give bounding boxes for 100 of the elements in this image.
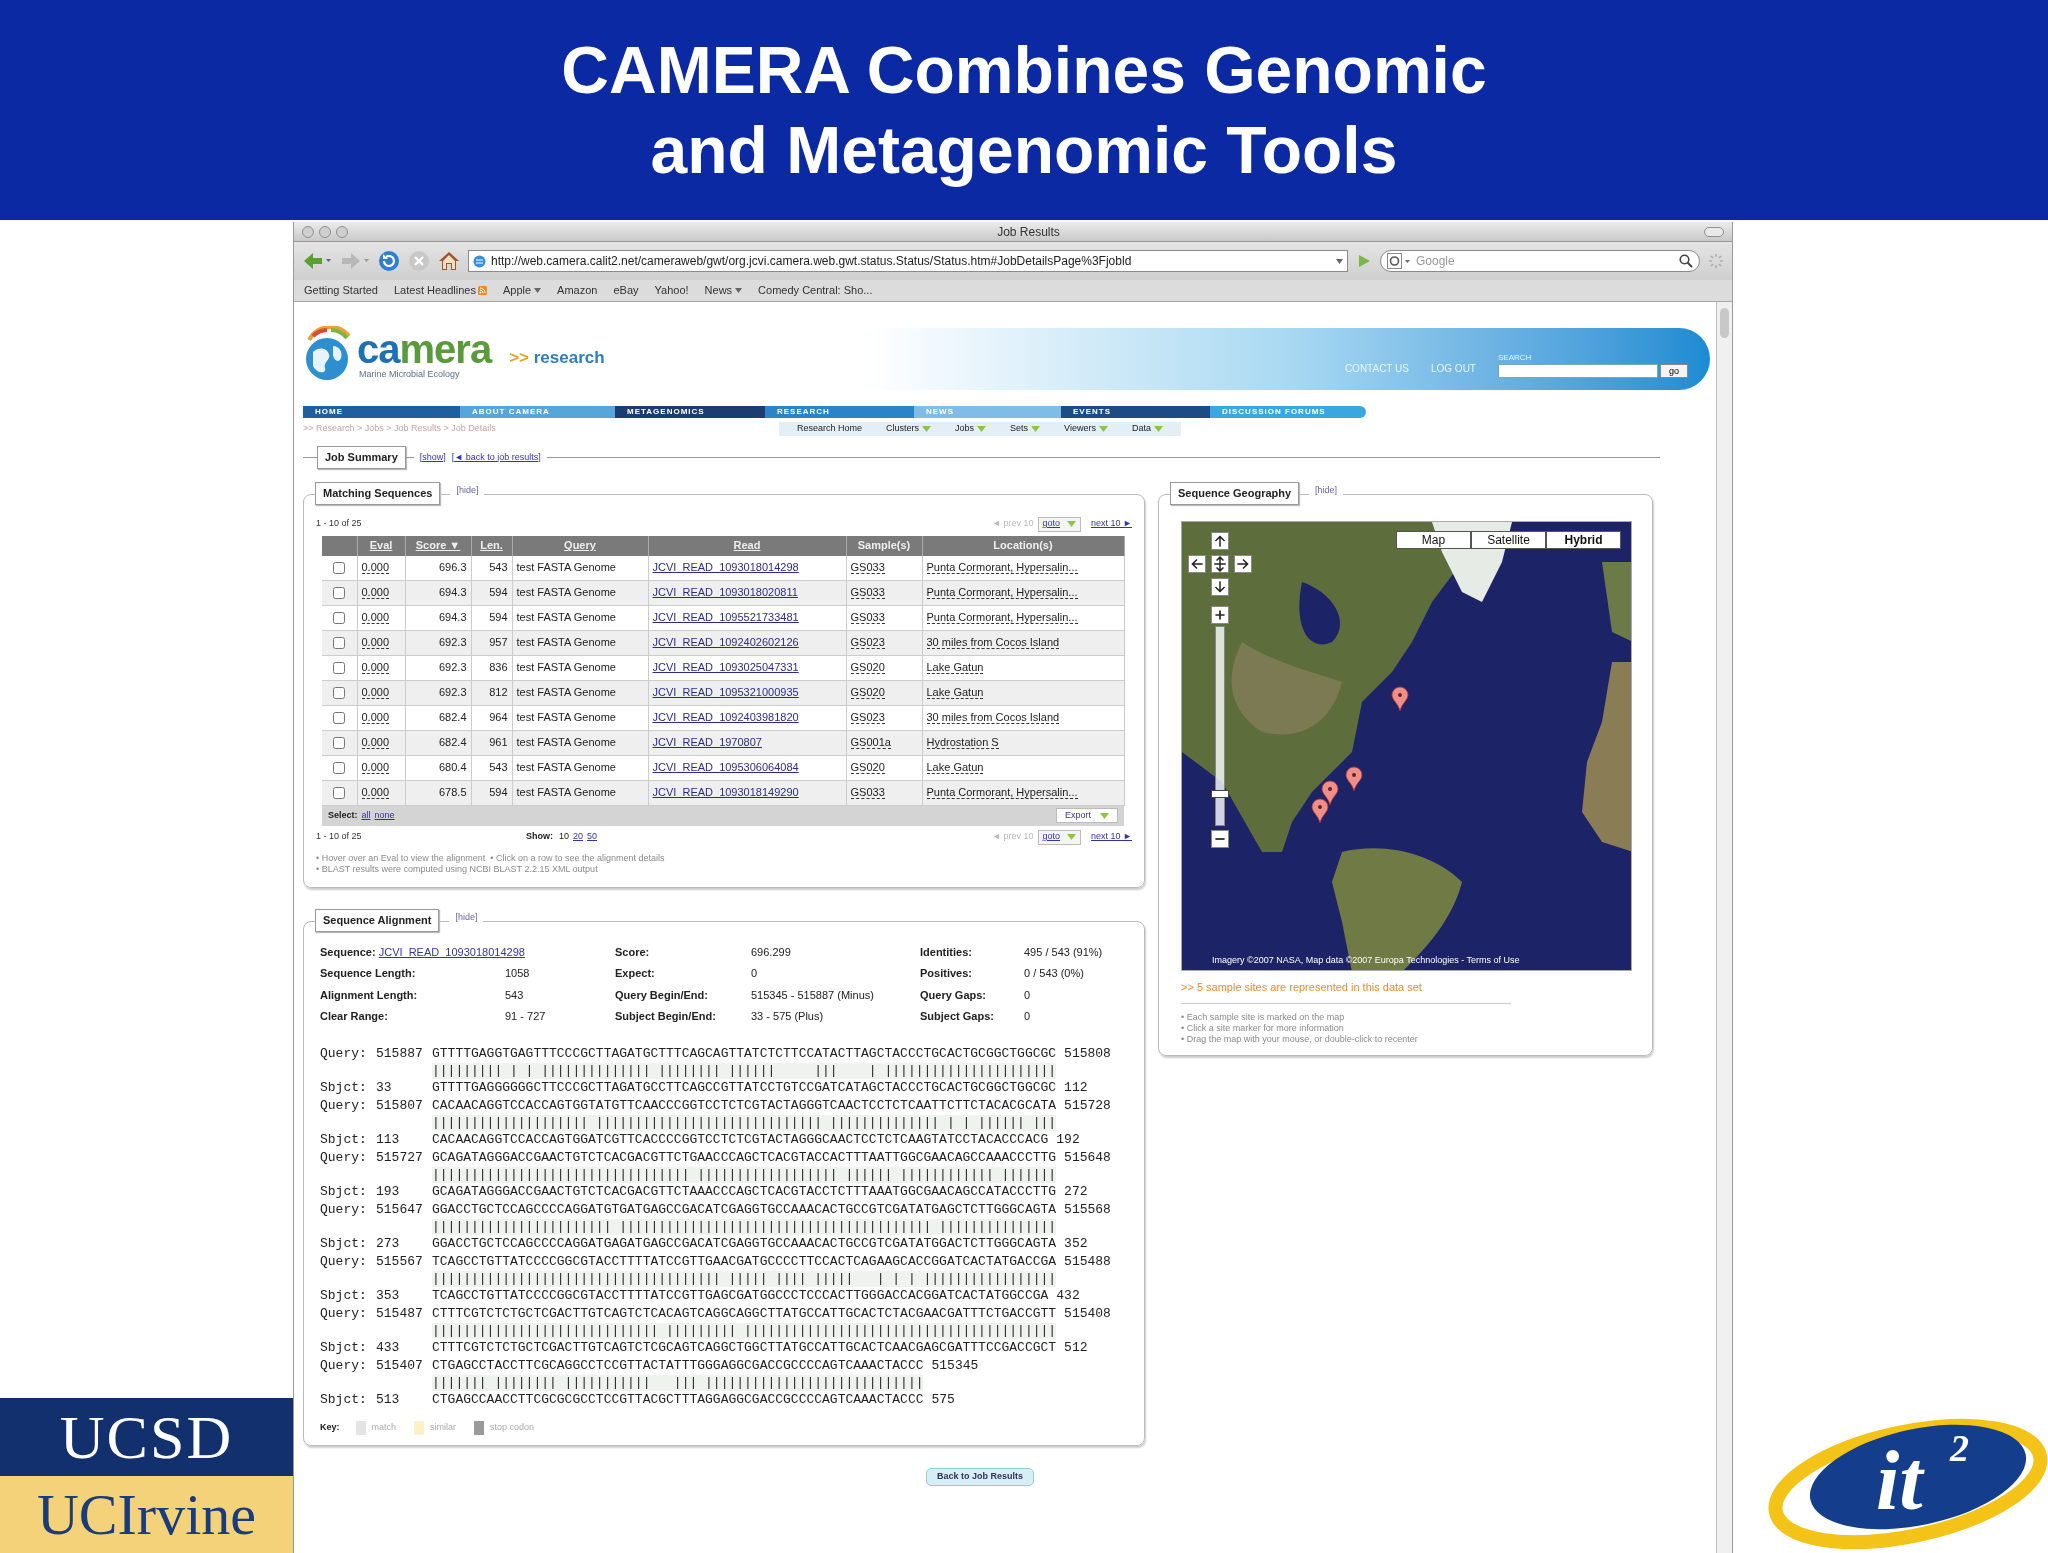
read-link[interactable]: JCVI_READ_1092402602126	[652, 636, 799, 649]
eval-value[interactable]: 0.000	[361, 636, 390, 650]
nav-tab[interactable]: EVENTS	[1061, 406, 1210, 418]
subnav-link[interactable]: Data	[1131, 421, 1163, 436]
eval-value[interactable]: 0.000	[361, 711, 390, 725]
row-checkbox[interactable]	[333, 587, 346, 600]
search-input[interactable]: Google	[1416, 252, 1674, 270]
nav-tab[interactable]: METAGENOMICS	[615, 406, 765, 418]
map-pin-icon[interactable]	[1391, 685, 1409, 712]
column-header[interactable]: Score ▼	[405, 535, 471, 556]
bookmark-link[interactable]: News	[704, 282, 743, 299]
sample-value[interactable]: GS033	[850, 586, 885, 600]
row-checkbox[interactable]	[333, 737, 346, 750]
bookmark-link[interactable]: Getting Started	[304, 282, 378, 299]
location-value[interactable]: Punta Cormorant, Hypersalin...	[926, 561, 1078, 575]
sample-value[interactable]: GS020	[850, 761, 885, 775]
column-header[interactable]: Query	[512, 535, 648, 556]
location-value[interactable]: Punta Cormorant, Hypersalin...	[926, 786, 1078, 800]
sample-value[interactable]: GS020	[850, 686, 885, 700]
subnav-link[interactable]: Sets	[1010, 421, 1041, 436]
read-link[interactable]: JCVI_READ_1093018020811	[652, 586, 798, 599]
search-icon[interactable]	[1679, 254, 1693, 268]
export-dropdown[interactable]: Export	[1056, 808, 1118, 823]
sequence-link[interactable]: JCVI_READ_1093018014298	[378, 945, 525, 958]
read-link[interactable]: JCVI_READ_1092403981820	[652, 711, 799, 724]
back-icon[interactable]	[302, 251, 332, 271]
sample-value[interactable]: GS023	[850, 711, 885, 725]
go-button[interactable]: go	[1660, 364, 1688, 378]
bookmark-link[interactable]: Yahoo!	[654, 282, 689, 299]
row-checkbox[interactable]	[333, 562, 346, 575]
sample-value[interactable]: GS001a	[850, 736, 891, 750]
eval-value[interactable]: 0.000	[361, 686, 390, 700]
sample-value[interactable]: GS020	[850, 661, 885, 675]
location-value[interactable]: Punta Cormorant, Hypersalin...	[926, 586, 1078, 600]
subnav-link[interactable]: Viewers	[1064, 421, 1108, 436]
bookmark-link[interactable]: Apple	[502, 282, 542, 299]
read-link[interactable]: JCVI_READ_1093025047331	[652, 661, 799, 674]
zoom-slider-thumb[interactable]	[1211, 789, 1229, 798]
select-link[interactable]: none	[374, 808, 395, 823]
page-size-option[interactable]: 20	[573, 830, 584, 844]
goto-dropdown[interactable]: goto	[1037, 516, 1082, 532]
text-link[interactable]: [show]	[419, 450, 446, 464]
column-header[interactable]: Read	[648, 535, 846, 556]
row-checkbox[interactable]	[333, 712, 346, 725]
eval-value[interactable]: 0.000	[361, 561, 390, 575]
goto-dropdown[interactable]: goto	[1037, 829, 1082, 845]
bookmark-link[interactable]: Comedy Central: Sho...	[758, 282, 873, 299]
page-size-option[interactable]: 50	[587, 830, 598, 844]
sample-value[interactable]: GS033	[850, 786, 885, 800]
window-control-button[interactable]	[319, 225, 331, 238]
read-link[interactable]: JCVI_READ_1095306064084	[652, 761, 799, 774]
column-header[interactable]: Len.	[471, 535, 512, 556]
section-tab[interactable]: Job Summary	[317, 446, 406, 469]
window-control-button[interactable]	[302, 225, 314, 238]
back-to-results-button[interactable]: Back to Job Results	[926, 1467, 1035, 1486]
hide-link[interactable]: [hide]	[1309, 483, 1344, 498]
read-link[interactable]: JCVI_READ_1093018014298	[652, 561, 799, 574]
sample-value[interactable]: GS023	[850, 636, 885, 650]
bookmark-link[interactable]: Amazon	[557, 282, 598, 299]
location-value[interactable]: Lake Gatun	[926, 686, 984, 700]
location-value[interactable]: Hydrostation S	[926, 736, 999, 750]
location-value[interactable]: Lake Gatun	[926, 761, 984, 775]
read-link[interactable]: JCVI_READ_1095321000935	[652, 686, 799, 699]
map-pin-icon[interactable]	[1321, 779, 1339, 806]
toolbar-toggle-button[interactable]	[1704, 226, 1724, 237]
row-checkbox[interactable]	[333, 612, 346, 625]
page-size-option[interactable]: 10	[559, 830, 569, 844]
home-icon[interactable]	[438, 250, 460, 272]
eval-value[interactable]: 0.000	[361, 786, 390, 800]
search-field[interactable]: Google	[1380, 250, 1700, 272]
eval-value[interactable]: 0.000	[361, 661, 390, 675]
reload-icon[interactable]	[378, 250, 400, 272]
location-value[interactable]: 30 miles from Cocos Island	[926, 636, 1060, 650]
row-checkbox[interactable]	[333, 787, 346, 800]
nav-tab[interactable]: RESEARCH	[765, 406, 914, 418]
location-value[interactable]: 30 miles from Cocos Island	[926, 711, 1060, 725]
eval-value[interactable]: 0.000	[361, 761, 390, 775]
row-checkbox[interactable]	[333, 637, 346, 650]
subnav-link[interactable]: Clusters	[886, 421, 932, 436]
hide-link[interactable]: [hide]	[449, 910, 484, 925]
eval-value[interactable]: 0.000	[361, 736, 390, 750]
row-checkbox[interactable]	[333, 762, 346, 775]
subnav-link[interactable]: Jobs	[955, 421, 987, 436]
row-checkbox[interactable]	[333, 687, 346, 700]
select-link[interactable]: all	[361, 808, 371, 823]
location-value[interactable]: Lake Gatun	[926, 661, 984, 675]
map-pin-icon[interactable]	[1311, 797, 1329, 824]
read-link[interactable]: JCVI_READ_1970807	[652, 736, 762, 749]
search-engine-icon[interactable]	[1387, 253, 1411, 269]
map-pin-icon[interactable]	[1345, 765, 1363, 792]
panel-title[interactable]: Sequence Geography	[1170, 482, 1300, 505]
hide-link[interactable]: [hide]	[450, 483, 485, 498]
panel-title[interactable]: Matching Sequences	[315, 482, 441, 505]
eval-value[interactable]: 0.000	[361, 586, 390, 600]
sample-value[interactable]: GS033	[850, 611, 885, 625]
location-value[interactable]: Punta Cormorant, Hypersalin...	[926, 611, 1078, 625]
column-header[interactable]: Eval	[357, 535, 405, 556]
read-link[interactable]: JCVI_READ_1095521733481	[652, 611, 799, 624]
site-search-field[interactable]	[1498, 364, 1658, 378]
row-checkbox[interactable]	[333, 662, 346, 675]
